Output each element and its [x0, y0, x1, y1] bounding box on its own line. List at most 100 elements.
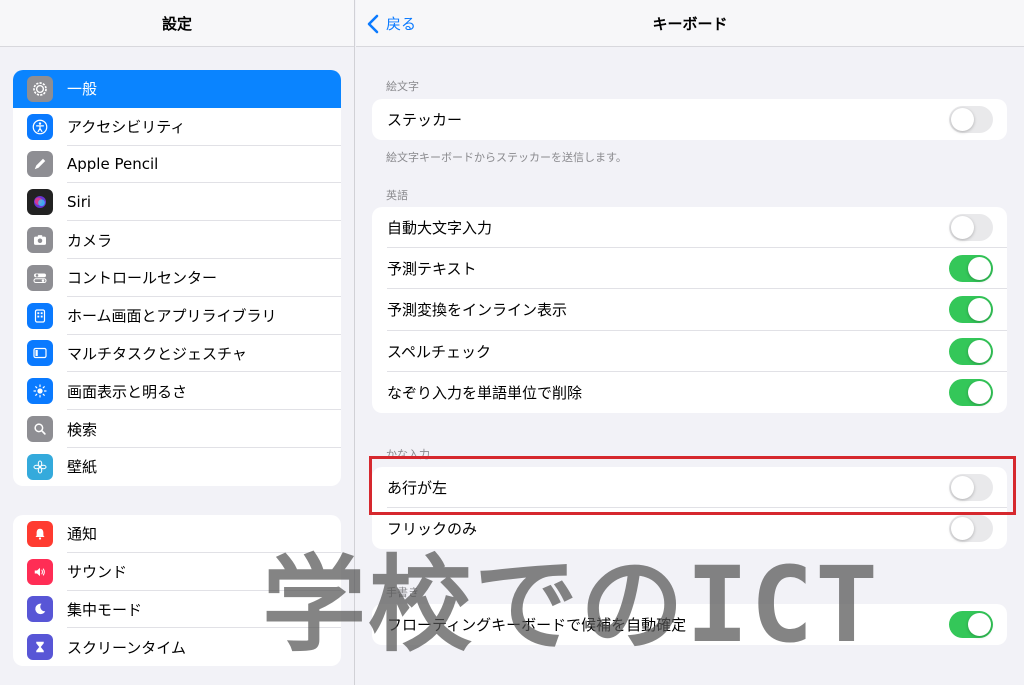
stickers-toggle[interactable]: [949, 106, 993, 134]
sidebar-item-label: サウンド: [67, 563, 128, 582]
group-kana: あ行が左 フリックのみ: [372, 467, 1007, 550]
sidebar-item-label: Apple Pencil: [67, 155, 159, 174]
section-header-kana: かな入力: [386, 448, 430, 461]
page-title: キーボード: [652, 14, 728, 33]
sound-icon: [27, 558, 53, 585]
row-label: 予測変換をインライン表示: [387, 301, 568, 320]
auto-capitalization-toggle[interactable]: [949, 214, 993, 242]
sidebar-item-label: スクリーンタイム: [67, 638, 186, 657]
group-handwriting: フローティングキーボードで候補を自動確定: [372, 604, 1007, 646]
row-inline-predictions: 予測変換をインライン表示: [372, 289, 1007, 331]
sidebar-item-focus[interactable]: 集中モード: [13, 591, 341, 629]
slide-delete-by-word-toggle[interactable]: [949, 378, 993, 406]
sidebar-item-wallpaper[interactable]: 壁紙: [13, 448, 341, 486]
row-auto-capitalization: 自動大文字入力: [372, 207, 1007, 249]
toggle-knob: [951, 517, 974, 541]
sidebar-group-2: 通知 サウンド 集中モード スクリーンタイム: [13, 515, 341, 667]
sidebar-item-camera[interactable]: カメラ: [13, 221, 341, 259]
group-emoji: ステッカー: [372, 99, 1007, 141]
section-header-english: 英語: [386, 189, 408, 202]
row-label: あ行が左: [387, 479, 448, 498]
sidebar-item-notifications[interactable]: 通知: [13, 515, 341, 553]
nav-bar: 戻る キーボード: [356, 0, 1024, 47]
predictive-text-toggle[interactable]: [949, 255, 993, 283]
search-icon: [27, 416, 53, 443]
row-a-row-left: あ行が左: [372, 467, 1007, 509]
hourglass-icon: [27, 634, 53, 661]
sidebar-item-label: Siri: [67, 193, 92, 212]
sidebar-item-display-brightness[interactable]: 画面表示と明るさ: [13, 372, 341, 410]
section-header-emoji: 絵文字: [386, 80, 419, 93]
row-label: フローティングキーボードで候補を自動確定: [387, 616, 687, 635]
row-label: なぞり入力を単語単位で削除: [387, 383, 583, 402]
toggle-knob: [968, 339, 991, 363]
row-label: 予測テキスト: [387, 260, 477, 279]
a-row-left-toggle[interactable]: [949, 474, 993, 502]
settings-sidebar: 設定 一般 アクセシビリティ Apple Pencil Siri カメラ コント…: [0, 0, 355, 685]
sidebar-title: 設定: [0, 0, 354, 47]
pencil-icon: [27, 151, 53, 178]
sidebar-item-label: カメラ: [67, 231, 113, 250]
gear-icon: [27, 75, 53, 102]
keyboard-settings-pane: 戻る キーボード 絵文字 ステッカー 絵文字キーボードからステッカーを送信します…: [356, 0, 1024, 685]
row-floating-keyboard-autocommit: フローティングキーボードで候補を自動確定: [372, 604, 1007, 645]
row-label: スペルチェック: [387, 342, 491, 361]
row-label: 自動大文字入力: [387, 219, 493, 238]
sidebar-item-sounds[interactable]: サウンド: [13, 553, 341, 591]
home-screen-icon: [27, 302, 53, 329]
sidebar-item-label: 一般: [67, 80, 98, 99]
notification-icon: [27, 520, 53, 547]
section-footer-emoji: 絵文字キーボードからステッカーを送信します。: [386, 151, 627, 164]
sidebar-item-label: アクセシビリティ: [67, 118, 186, 137]
back-button[interactable]: 戻る: [366, 0, 416, 47]
sidebar-item-general[interactable]: 一般: [13, 70, 341, 108]
row-label: フリックのみ: [387, 520, 478, 539]
sidebar-group-1: 一般 アクセシビリティ Apple Pencil Siri カメラ コントロール…: [13, 70, 341, 486]
sidebar-item-multitasking[interactable]: マルチタスクとジェスチャ: [13, 335, 341, 373]
spell-check-toggle[interactable]: [949, 337, 993, 365]
brightness-icon: [27, 378, 53, 405]
sidebar-item-label: 通知: [67, 525, 98, 544]
siri-icon: [27, 189, 53, 216]
row-predictive-text: 予測テキスト: [372, 248, 1007, 290]
accessibility-icon: [27, 113, 53, 140]
multitasking-icon: [27, 340, 53, 367]
floating-keyboard-autocommit-toggle[interactable]: [949, 611, 993, 639]
wallpaper-icon: [27, 453, 53, 480]
sidebar-item-label: マルチタスクとジェスチャ: [67, 344, 247, 363]
sidebar-item-label: コントロールセンター: [67, 269, 218, 288]
sidebar-item-search[interactable]: 検索: [13, 410, 341, 448]
sidebar-item-label: 検索: [67, 420, 98, 439]
row-flick-only: フリックのみ: [372, 508, 1007, 549]
camera-icon: [27, 227, 53, 254]
sidebar-item-home-screen[interactable]: ホーム画面とアプリライブラリ: [13, 297, 341, 335]
row-slide-delete-by-word: なぞり入力を単語単位で削除: [372, 372, 1007, 413]
row-label: ステッカー: [387, 111, 463, 130]
moon-icon: [27, 596, 53, 623]
group-english: 自動大文字入力 予測テキスト 予測変換をインライン表示 スペルチェック なぞり入…: [372, 207, 1007, 413]
sidebar-item-label: 集中モード: [67, 600, 143, 619]
sidebar-item-apple-pencil[interactable]: Apple Pencil: [13, 146, 341, 184]
toggle-knob: [968, 380, 991, 404]
toggle-knob: [951, 216, 974, 240]
toggle-knob: [968, 613, 991, 637]
row-spell-check: スペルチェック: [372, 331, 1007, 372]
section-header-handwriting: 手書き: [386, 586, 419, 599]
toggle-knob: [968, 298, 991, 322]
sidebar-item-accessibility[interactable]: アクセシビリティ: [13, 108, 341, 146]
sidebar-item-siri[interactable]: Siri: [13, 183, 341, 221]
sidebar-item-screen-time[interactable]: スクリーンタイム: [13, 628, 341, 666]
sidebar-item-control-center[interactable]: コントロールセンター: [13, 259, 341, 297]
toggle-knob: [951, 476, 974, 500]
inline-predictions-toggle[interactable]: [949, 296, 993, 324]
toggle-knob: [968, 257, 991, 281]
chevron-left-icon: [367, 14, 379, 33]
toggle-knob: [951, 108, 974, 132]
sidebar-item-label: 壁紙: [67, 458, 98, 477]
flick-only-toggle[interactable]: [949, 515, 993, 543]
sidebar-item-label: ホーム画面とアプリライブラリ: [67, 307, 277, 326]
row-stickers: ステッカー: [372, 99, 1007, 140]
back-button-label: 戻る: [386, 15, 417, 33]
control-center-icon: [27, 264, 53, 291]
sidebar-item-label: 画面表示と明るさ: [67, 382, 188, 401]
